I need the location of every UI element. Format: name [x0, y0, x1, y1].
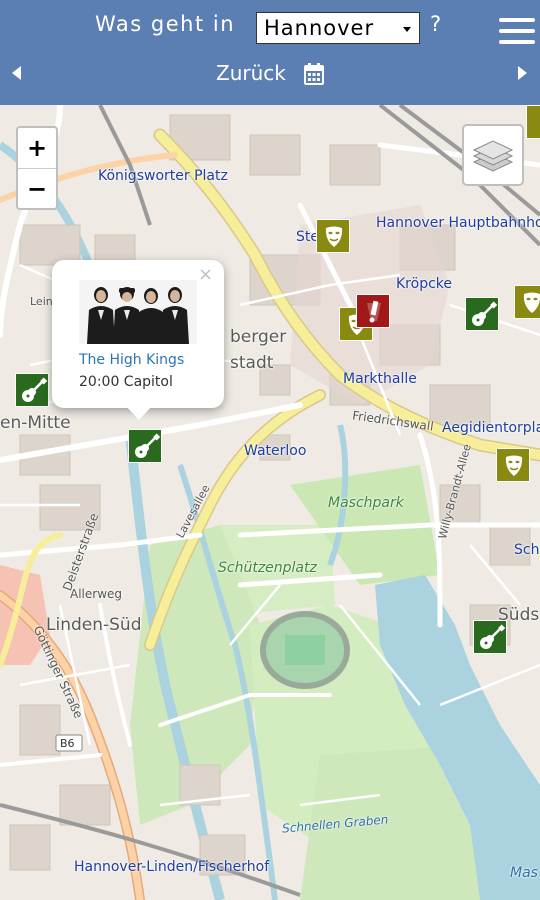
app-header: Was geht in Hannover ? Zurück — [0, 0, 540, 105]
zoom-in-button[interactable]: + — [18, 128, 56, 169]
music-event-marker[interactable] — [15, 373, 49, 407]
popup-tip — [126, 406, 152, 420]
alert-event-marker[interactable] — [356, 294, 390, 328]
event-photo — [79, 280, 197, 344]
layers-button[interactable] — [462, 124, 524, 186]
map-label-b6: B6 — [60, 737, 75, 750]
map-label-stadt: stadt — [230, 353, 274, 373]
map-label-waterloo: Waterloo — [244, 443, 307, 459]
title-question-mark: ? — [430, 12, 442, 36]
map-label-schuetzenplatz: Schützenplatz — [218, 560, 317, 576]
back-button[interactable]: Zurück — [216, 61, 286, 85]
theater-event-marker[interactable] — [526, 105, 540, 139]
map-label-lein: Lein — [30, 295, 53, 308]
guitar-icon — [135, 433, 161, 458]
layers-icon — [472, 140, 514, 172]
hamburger-menu-icon[interactable] — [499, 18, 535, 44]
map-label-linden-mitte: en-Mitte — [0, 413, 71, 433]
map-label-hauptbahnhof: Hannover Hauptbahnhof — [376, 215, 540, 231]
close-icon[interactable]: × — [198, 264, 213, 285]
theater-mask-icon — [523, 292, 540, 313]
map-label-aegidientorplatz: Aegidientorpla — [442, 420, 540, 436]
next-day-arrow-icon[interactable] — [518, 66, 527, 80]
map-label-mas: Mas — [510, 865, 538, 881]
guitar-icon — [480, 624, 506, 649]
theater-mask-icon — [325, 226, 343, 247]
zoom-control: + − — [16, 126, 58, 210]
map-label-markthalle: Markthalle — [343, 371, 417, 387]
city-select-value: Hannover — [264, 16, 375, 40]
map-label-allerweg: Allerweg — [70, 587, 123, 601]
music-event-marker[interactable] — [465, 297, 499, 331]
map-label-kroepcke: Kröpcke — [396, 276, 452, 292]
map-label-maschpark: Maschpark — [328, 495, 404, 511]
theater-event-marker[interactable] — [514, 285, 540, 319]
title-row: Was geht in Hannover ? — [0, 6, 540, 44]
chevron-down-icon — [403, 27, 411, 32]
theater-mask-icon — [505, 455, 523, 476]
event-time-venue: 20:00 Capitol — [79, 374, 173, 390]
music-event-marker[interactable] — [473, 620, 507, 654]
app-title: Was geht in — [95, 12, 236, 36]
map-label-berger: berger — [230, 327, 287, 347]
theater-event-marker[interactable] — [496, 448, 530, 482]
guitar-icon — [22, 377, 48, 402]
map-label-sch: Sch — [514, 542, 540, 558]
map-label-fischerhof: Hannover-Linden/Fischerhof — [74, 859, 270, 875]
event-title-link[interactable]: The High Kings — [79, 352, 184, 368]
theater-event-marker[interactable] — [316, 219, 350, 253]
previous-day-arrow-icon[interactable] — [12, 66, 21, 80]
city-select[interactable]: Hannover — [256, 12, 420, 44]
map-label-linden-sued: Linden-Süd — [46, 615, 142, 635]
map-view[interactable]: Königsworter Platz Hannover Hauptbahnhof… — [0, 105, 540, 900]
exclamation-icon — [367, 300, 381, 323]
map-label-koenigsworter-platz: Königsworter Platz — [98, 168, 228, 184]
music-event-marker-selected[interactable] — [128, 429, 162, 463]
zoom-out-button[interactable]: − — [18, 169, 56, 209]
calendar-icon[interactable] — [304, 63, 324, 85]
date-nav: Zurück — [0, 58, 540, 90]
guitar-icon — [472, 301, 498, 326]
event-popup: × The High Kings 20:00 Capitol — [52, 260, 224, 420]
